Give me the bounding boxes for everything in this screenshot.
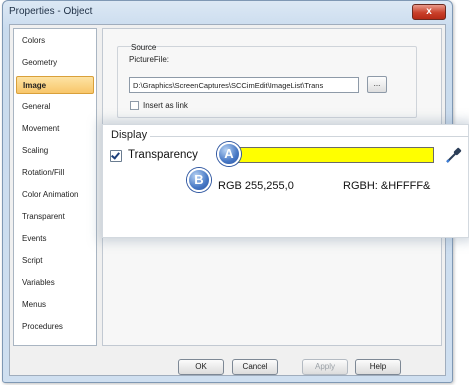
close-button[interactable]: x <box>412 4 446 20</box>
insert-as-link-label: Insert as link <box>143 101 188 110</box>
display-group-label: Display <box>111 129 151 141</box>
sidebar-item-menus[interactable]: Menus <box>16 296 94 314</box>
picturefile-input[interactable]: D:\Graphics\ScreenCaptures\SCCimEdit\Ima… <box>129 77 359 93</box>
checkmark-icon <box>111 150 120 160</box>
eyedropper-icon[interactable] <box>444 145 464 165</box>
title-bar: Properties - Object x <box>3 1 452 23</box>
source-group-label: Source <box>131 43 157 52</box>
sidebar-item-variables[interactable]: Variables <box>16 274 94 292</box>
callout-marker-a: A <box>217 142 241 166</box>
display-group-line <box>145 136 469 137</box>
sidebar-item-colors[interactable]: Colors <box>16 32 94 50</box>
sidebar-item-scaling[interactable]: Scaling <box>16 142 94 160</box>
picturefile-label: PictureFile: <box>129 55 170 64</box>
sidebar-item-geometry[interactable]: Geometry <box>16 54 94 72</box>
insert-as-link-checkbox[interactable] <box>130 101 139 110</box>
transparency-color-swatch[interactable] <box>234 147 434 163</box>
callout-marker-b: B <box>187 168 211 192</box>
rgb-value-text: RGB 255,255,0 <box>218 180 294 192</box>
display-callout: Display Transparency A B RGB 255,255,0 R… <box>102 124 469 238</box>
sidebar-item-color-animation[interactable]: Color Animation <box>16 186 94 204</box>
cancel-button[interactable]: Cancel <box>232 359 278 375</box>
apply-button[interactable]: Apply <box>302 359 348 375</box>
sidebar-item-image[interactable]: Image <box>16 76 94 94</box>
ok-button[interactable]: OK <box>178 359 224 375</box>
sidebar-item-general[interactable]: General <box>16 98 94 116</box>
sidebar-item-rotation-fill[interactable]: Rotation/Fill <box>16 164 94 182</box>
sidebar-item-script[interactable]: Script <box>16 252 94 270</box>
rgbh-value-text: RGBH: &HFFFF& <box>343 180 431 192</box>
help-button[interactable]: Help <box>355 359 401 375</box>
window-title: Properties - Object <box>9 6 93 17</box>
browse-button[interactable]: ... <box>367 76 387 93</box>
sidebar-item-procedures[interactable]: Procedures <box>16 318 94 336</box>
sidebar-item-movement[interactable]: Movement <box>16 120 94 138</box>
transparency-checkbox[interactable] <box>110 150 122 162</box>
sidebar-item-transparent[interactable]: Transparent <box>16 208 94 226</box>
category-list: Colors Geometry Image General Movement S… <box>13 28 97 346</box>
transparency-label: Transparency <box>128 149 198 161</box>
sidebar-item-events[interactable]: Events <box>16 230 94 248</box>
